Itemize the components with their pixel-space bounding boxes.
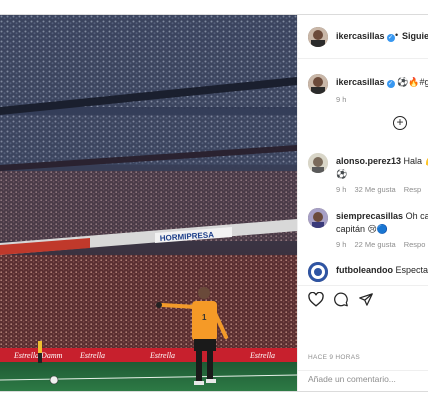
svg-text:1: 1 [202,313,207,322]
comment-line: alonso.perez13 Hala 💪 [336,156,428,167]
comment-meta: 9 h 32 Me gusta Resp [336,185,428,194]
caption-line: ikercasillas ✓ ⚽️🔥#g [336,77,428,88]
caption-text: ⚽️🔥#g [397,77,428,87]
comment-avatar[interactable] [308,262,328,282]
load-more-comments-icon[interactable]: + [393,116,407,130]
comment-bubble-icon [334,292,348,307]
author-username[interactable]: ikercasillas ✓ [336,31,395,42]
comment-avatar[interactable] [308,153,328,173]
share-button[interactable] [358,292,374,312]
caption-avatar[interactable] [308,74,328,94]
like-button[interactable] [308,291,324,312]
comment-likes[interactable]: 32 Me gusta [354,185,395,194]
comment-likes[interactable]: 22 Me gusta [354,240,395,249]
reply-button[interactable]: Resp [404,185,422,194]
comment-line: futboleandoo Espectac [336,265,428,275]
comment-line: siemprecasillas Oh cap [336,211,428,221]
heart-icon [308,291,324,307]
svg-text:Estrella: Estrella [249,351,275,360]
separator-dot: • [395,30,399,40]
actions-divider [298,285,428,286]
svg-text:Estrella: Estrella [149,351,175,360]
comment-meta: 9 h 22 Me gusta Respo [336,240,428,249]
comment-username[interactable]: alonso.perez13 [336,156,401,166]
send-icon [359,293,373,306]
comment-text-line2: capitán 😢🔵 [336,224,389,234]
author-avatar[interactable] [308,27,328,47]
svg-text:Estrella: Estrella [79,351,105,360]
follow-button[interactable]: Siguien [402,31,428,41]
verified-badge-icon: ✓ [386,34,395,42]
comment-username[interactable]: futboleandoo [336,265,393,275]
comment-input[interactable] [308,374,428,384]
comment-avatar[interactable] [308,208,328,228]
post-modal: HORMIPRESA Estrella Damm Estrella Estrel… [0,14,428,392]
stadium-photo: HORMIPRESA Estrella Damm Estrella Estrel… [0,15,297,391]
comment-text: Espectac [395,265,428,275]
verified-badge-icon: ✓ [386,80,395,88]
reply-button[interactable]: Respo [404,240,426,249]
comment-text: Hala 💪 [403,156,428,166]
comment-username[interactable]: siemprecasillas [336,211,403,221]
add-comment-bar [298,370,428,391]
caption-username[interactable]: ikercasillas [336,77,385,87]
comment-time[interactable]: 9 h [336,185,346,194]
comment-time[interactable]: 9 h [336,240,346,249]
comment-button[interactable] [333,292,349,312]
post-header: ikercasillas✓ • Siguien [298,15,428,59]
comment-text: Oh cap [405,211,428,221]
ad-board-sponsor: Estrella Damm [13,351,63,360]
post-photo[interactable]: HORMIPRESA Estrella Damm Estrella Estrel… [0,15,297,391]
post-side-panel: ikercasillas✓ • Siguien ikercasillas✓ ⚽️… [297,15,428,391]
post-time-ago[interactable]: HACE 9 HORAS [308,354,360,361]
caption-time[interactable]: 9 h [336,95,346,104]
comment-text-line2: ⚽️ [336,169,348,179]
